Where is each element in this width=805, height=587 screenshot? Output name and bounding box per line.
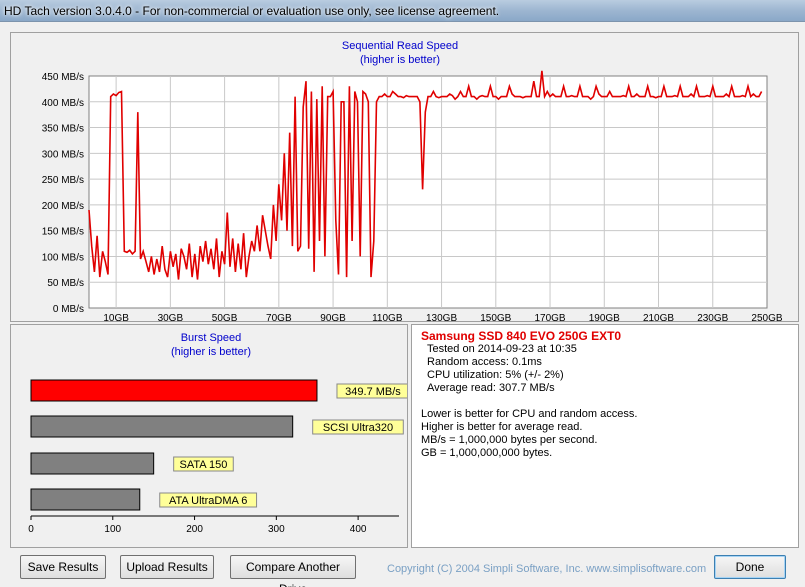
y-tick-label: 0 MB/s <box>53 304 84 315</box>
x-tick-label: 170GB <box>534 313 565 321</box>
burst-bar <box>30 452 155 475</box>
burst-bar <box>30 415 294 438</box>
y-tick-label: 50 MB/s <box>47 278 84 289</box>
note-gb: GB = 1,000,000,000 bytes. <box>421 447 553 459</box>
drive-info-panel: Samsung SSD 840 EVO 250G EXT0 Tested on … <box>411 324 799 548</box>
compare-drive-button[interactable]: Compare Another Drive <box>230 555 356 587</box>
chart-title: Sequential Read Speed <box>342 40 458 52</box>
y-tick-label: 400 MB/s <box>42 98 84 109</box>
burst-label: ATA UltraDMA 6 <box>169 495 247 507</box>
x-tick-label: 90GB <box>320 313 346 321</box>
burst-tick-label: 0 <box>28 524 34 535</box>
upload-results-button[interactable]: Upload Results <box>120 555 214 579</box>
burst-title: Burst Speed <box>181 332 242 344</box>
burst-speed-panel: Burst Speed (higher is better) 349.7 MB/… <box>10 324 410 548</box>
note-cpu: Lower is better for CPU and random acces… <box>421 408 638 420</box>
y-tick-label: 150 MB/s <box>42 227 84 238</box>
plot-area <box>88 75 768 309</box>
average-read: Average read: 307.7 MB/s <box>427 382 555 394</box>
burst-tick-label: 200 <box>186 524 203 535</box>
x-tick-label: 230GB <box>697 313 728 321</box>
chart-subtitle: (higher is better) <box>360 54 440 66</box>
burst-tick-label: 300 <box>268 524 285 535</box>
x-tick-label: 70GB <box>266 313 292 321</box>
x-tick-label: 30GB <box>158 313 184 321</box>
burst-label: SCSI Ultra320 <box>323 422 393 434</box>
y-tick-label: 200 MB/s <box>42 201 84 212</box>
burst-tick-label: 400 <box>350 524 367 535</box>
window-client: Sequential Read Speed (higher is better)… <box>0 22 805 587</box>
note-read: Higher is better for average read. <box>421 421 583 433</box>
window-titlebar[interactable]: HD Tach version 3.0.4.0 - For non-commer… <box>0 0 805 22</box>
y-tick-label: 100 MB/s <box>42 252 84 263</box>
burst-bar <box>30 379 318 402</box>
x-tick-label: 210GB <box>643 313 674 321</box>
window-title: HD Tach version 3.0.4.0 - For non-commer… <box>4 4 500 18</box>
test-date: Tested on 2014-09-23 at 10:35 <box>427 343 577 355</box>
y-tick-label: 450 MB/s <box>42 72 84 83</box>
drive-name: Samsung SSD 840 EVO 250G EXT0 <box>421 329 622 343</box>
cpu-utilization: CPU utilization: 5% (+/- 2%) <box>427 369 564 381</box>
x-tick-label: 150GB <box>480 313 511 321</box>
y-tick-label: 250 MB/s <box>42 175 84 186</box>
done-button[interactable]: Done <box>714 555 786 579</box>
random-access: Random access: 0.1ms <box>427 356 542 368</box>
burst-bar <box>30 488 141 511</box>
note-mbs: MB/s = 1,000,000 bytes per second. <box>421 434 598 446</box>
x-tick-label: 50GB <box>212 313 238 321</box>
x-tick-label: 190GB <box>589 313 620 321</box>
burst-speed-chart: Burst Speed (higher is better) 349.7 MB/… <box>28 332 410 535</box>
x-tick-label: 110GB <box>372 313 403 321</box>
burst-label: SATA 150 <box>180 459 228 471</box>
burst-tick-label: 100 <box>104 524 121 535</box>
sequential-read-panel: Sequential Read Speed (higher is better)… <box>10 32 799 324</box>
burst-label: 349.7 MB/s <box>345 386 401 398</box>
y-tick-label: 300 MB/s <box>42 149 84 160</box>
burst-subtitle: (higher is better) <box>171 346 251 358</box>
sequential-read-chart: Sequential Read Speed (higher is better)… <box>42 40 783 324</box>
save-results-button[interactable]: Save Results <box>20 555 106 579</box>
y-tick-label: 350 MB/s <box>42 124 84 135</box>
x-tick-label: 250GB <box>751 313 782 321</box>
x-tick-label: 130GB <box>426 313 457 321</box>
copyright-text: Copyright (C) 2004 Simpli Software, Inc.… <box>387 563 707 575</box>
x-tick-label: 10GB <box>103 313 129 321</box>
